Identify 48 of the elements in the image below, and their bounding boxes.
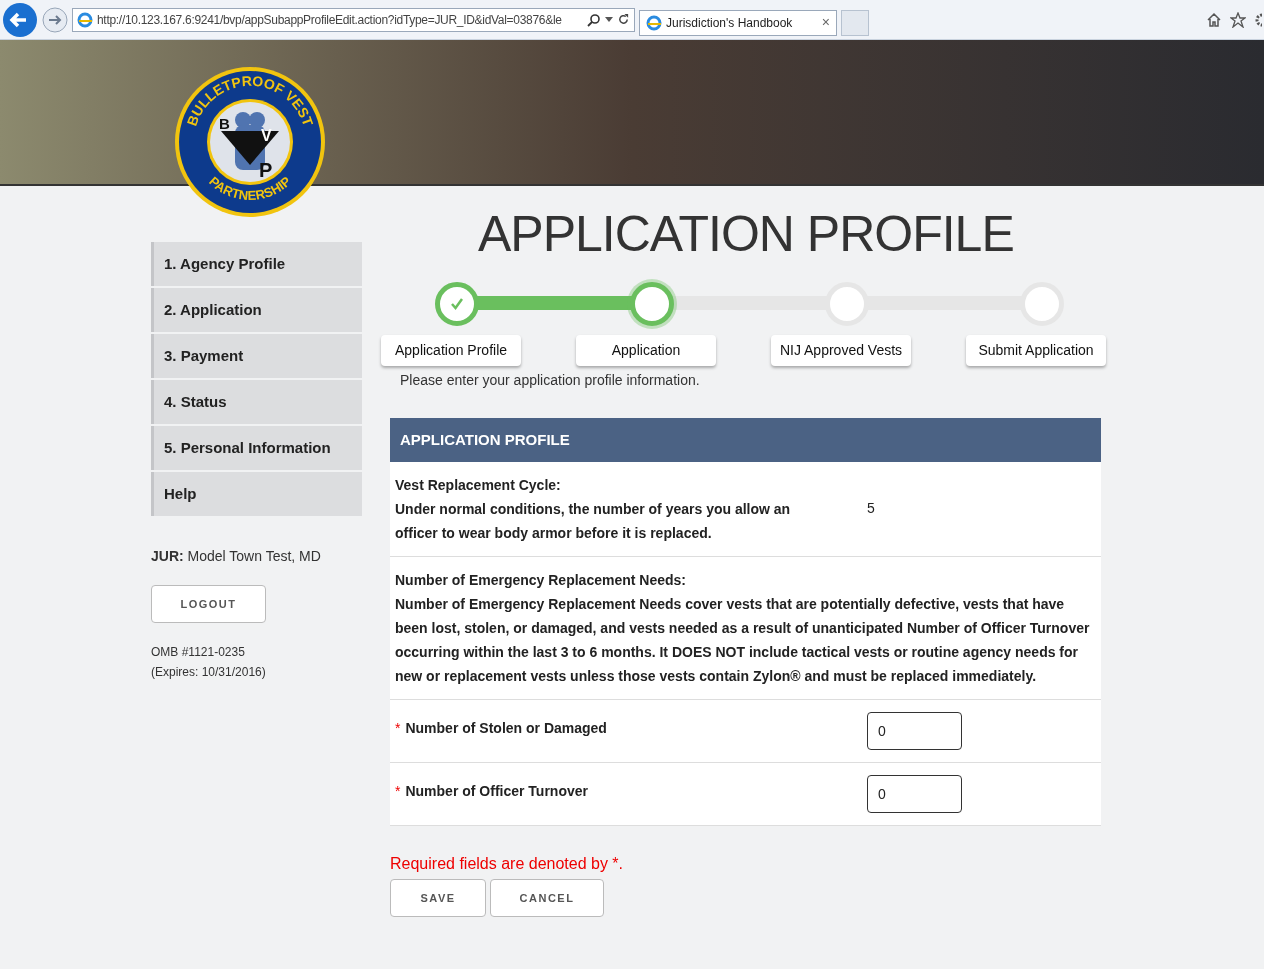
- page-title: APPLICATION PROFILE: [478, 206, 1015, 262]
- step-label[interactable]: Application Profile: [381, 335, 521, 366]
- sidebar-item[interactable]: 1. Agency Profile: [151, 242, 362, 286]
- checkmark-icon: [450, 297, 464, 311]
- expiration-date: (Expires: 10/31/2016): [151, 664, 267, 681]
- search-icon[interactable]: [587, 12, 601, 27]
- panel-header: APPLICATION PROFILE: [390, 418, 1101, 462]
- field-label: Number of Officer Turnover: [405, 782, 588, 801]
- field-description: Under normal conditions, the number of years you allow an officer to wear body armor before it is replaced.: [395, 500, 792, 543]
- jur-value: Model Town Test, MD: [187, 548, 321, 564]
- cancel-button[interactable]: CANCEL: [490, 879, 604, 917]
- step-label[interactable]: NIJ Approved Vests: [771, 335, 911, 366]
- forward-icon[interactable]: [42, 6, 68, 33]
- step-label[interactable]: Application: [576, 335, 716, 366]
- dropdown-icon[interactable]: [605, 16, 613, 23]
- sidebar-item[interactable]: 2. Application: [151, 288, 362, 332]
- required-mark: *: [395, 719, 401, 738]
- url-text: http://10.123.167.6:9241/bvp/appSubappProfileEdit.action?idType=JUR_ID&idVal=03876&le: [97, 11, 563, 29]
- page-icon: [646, 14, 662, 31]
- page-icon: [77, 11, 93, 28]
- field-heading: Vest Replacement Cycle:: [395, 476, 562, 495]
- star-icon[interactable]: [1230, 11, 1246, 28]
- settings-icon[interactable]: [1254, 11, 1262, 28]
- save-button[interactable]: SAVE: [390, 879, 486, 917]
- input-field[interactable]: 0: [867, 775, 962, 813]
- step-label[interactable]: Submit Application: [966, 335, 1106, 366]
- required-mark: *: [395, 782, 401, 801]
- intro-text: Please enter your application profile information.: [400, 371, 701, 390]
- close-tab-button[interactable]: ×: [821, 12, 830, 33]
- required-note: Required fields are denoted by *.: [390, 854, 625, 874]
- omb-number: OMB #1121-0235: [151, 644, 246, 661]
- sidebar-item[interactable]: Help: [151, 472, 362, 516]
- back-icon[interactable]: [2, 1, 38, 38]
- refresh-icon[interactable]: [617, 13, 630, 26]
- field-label: Number of Stolen or Damaged: [405, 719, 607, 738]
- sidebar-item[interactable]: 3. Payment: [151, 334, 362, 378]
- sidebar-item[interactable]: 4. Status: [151, 380, 362, 424]
- jur-label: JUR:: [151, 548, 184, 564]
- input-field[interactable]: 0: [867, 712, 962, 750]
- home-icon[interactable]: [1206, 11, 1222, 28]
- sidebar-item[interactable]: 5. Personal Information: [151, 426, 362, 470]
- browser-tab[interactable]: Jurisdiction's Handbook ×: [639, 9, 837, 36]
- address-bar[interactable]: http://10.123.167.6:9241/bvp/appSubappProfileEdit.action?idType=JUR_ID&idVal=03876&le: [72, 7, 635, 32]
- field-description: Number of Emergency Replacement Needs cover vests that are potentially defective, vests that have been lost, stolen, or damaged, and vests needed as a result of unanticipated Number of Officer Turnover occurring within the last 3 to 6 months. It DOES NOT include tactical vests or routine agency needs for new or replacement vests unless those vests contain Zylon® and must be replaced immediately.: [395, 595, 1090, 686]
- logout-button[interactable]: LOGOUT: [151, 585, 266, 623]
- field-heading: Number of Emergency Replacement Needs:: [395, 571, 687, 590]
- field-value: 5: [867, 499, 875, 518]
- tab-title: Jurisdiction's Handbook: [666, 14, 794, 32]
